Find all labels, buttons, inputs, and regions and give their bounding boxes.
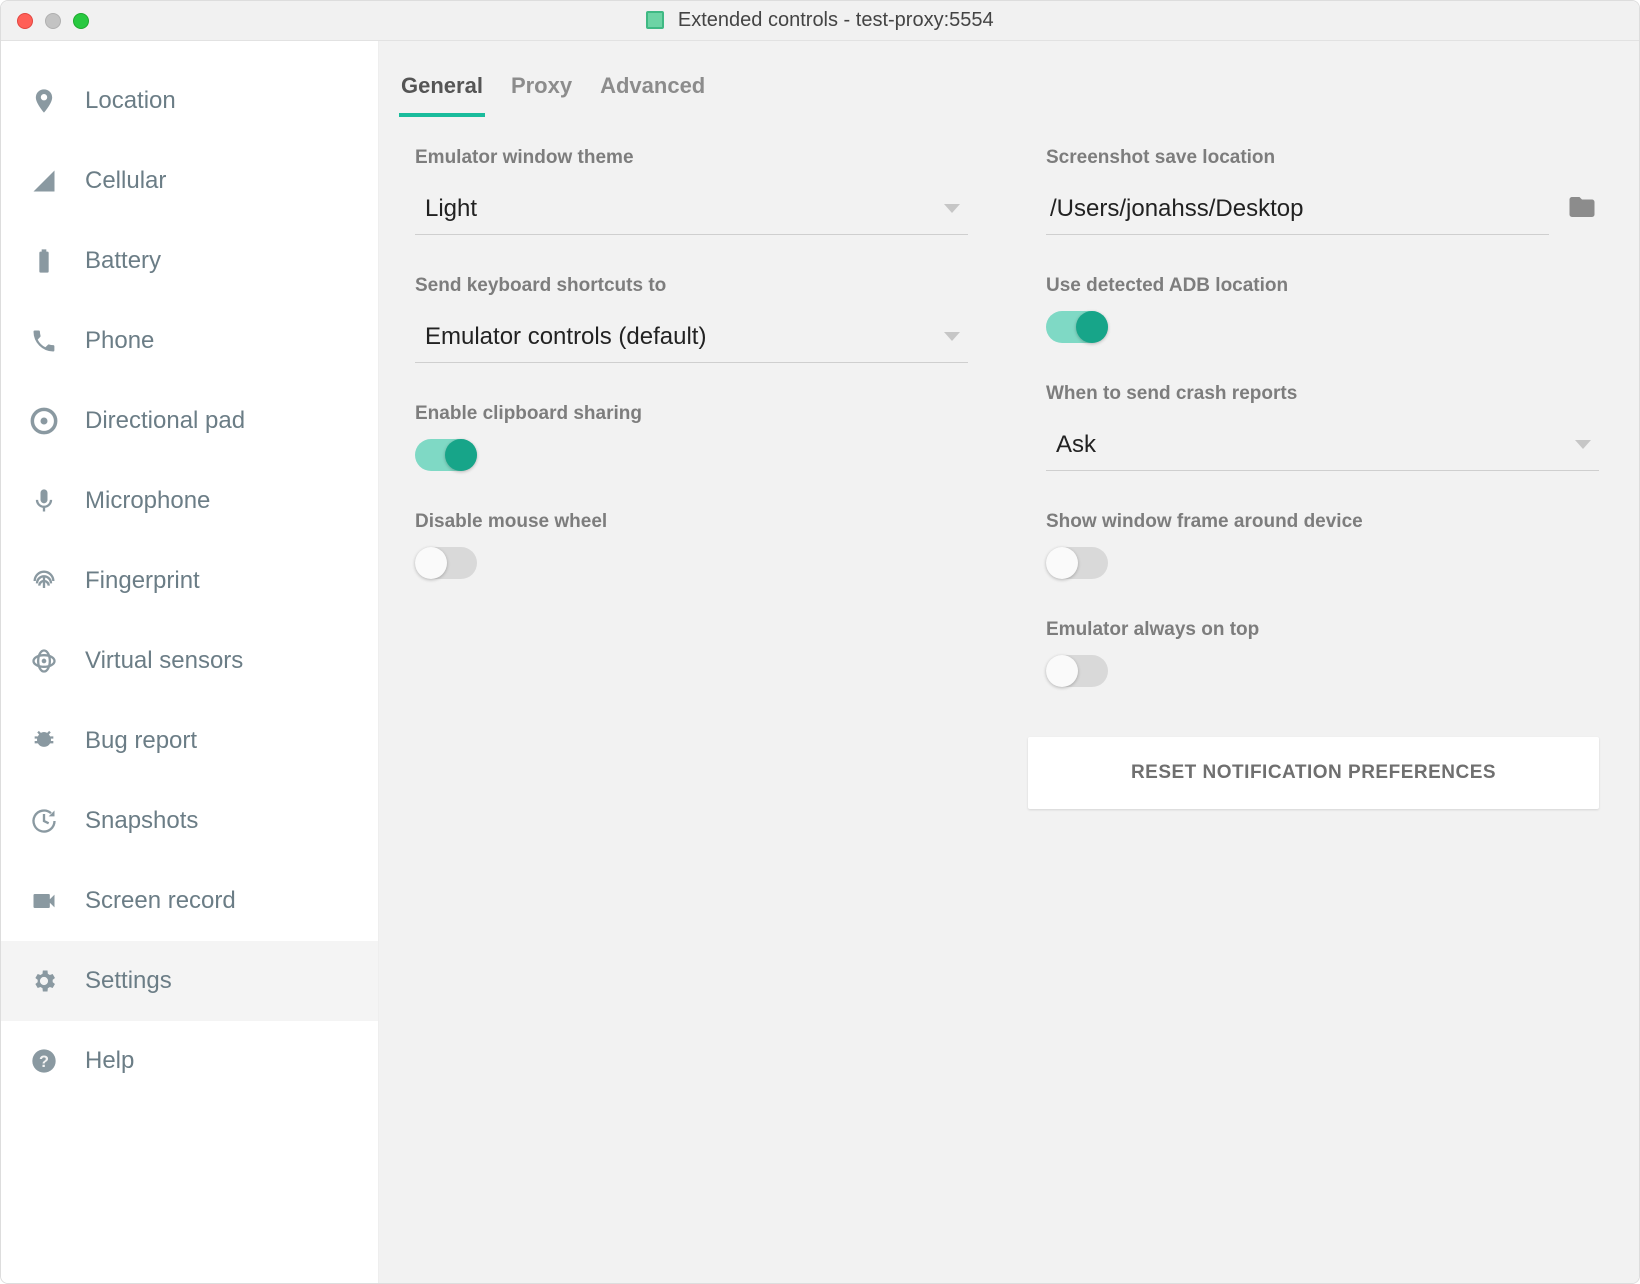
sidebar-item-label: Fingerprint bbox=[85, 567, 200, 595]
shortcuts-select[interactable]: Emulator controls (default) bbox=[415, 311, 968, 363]
field-screenshot-location: Screenshot save location /Users/jonahss/… bbox=[1028, 147, 1599, 235]
sidebar-item-help[interactable]: ? Help bbox=[1, 1021, 378, 1101]
window-frame-toggle[interactable] bbox=[1046, 547, 1108, 579]
sidebar-item-label: Help bbox=[85, 1047, 134, 1075]
gear-icon bbox=[29, 966, 59, 996]
field-label: Screenshot save location bbox=[1046, 147, 1599, 169]
sidebar-item-directional-pad[interactable]: Directional pad bbox=[1, 381, 378, 461]
window-title: Extended controls - test-proxy:5554 bbox=[1, 9, 1639, 32]
sidebar-item-label: Cellular bbox=[85, 167, 166, 195]
field-label: Send keyboard shortcuts to bbox=[415, 275, 968, 297]
zoom-window-button[interactable] bbox=[73, 13, 89, 29]
window-title-text: Extended controls - test-proxy:5554 bbox=[678, 9, 994, 31]
body: Location Cellular Battery Phone Directio… bbox=[1, 41, 1639, 1283]
settings-columns: Emulator window theme Light Send keyboar… bbox=[397, 147, 1599, 809]
field-always-on-top: Emulator always on top bbox=[1028, 619, 1599, 687]
sidebar-item-cellular[interactable]: Cellular bbox=[1, 141, 378, 221]
cellular-signal-icon bbox=[29, 166, 59, 196]
sidebar-item-battery[interactable]: Battery bbox=[1, 221, 378, 301]
field-label: When to send crash reports bbox=[1046, 383, 1599, 405]
fingerprint-icon bbox=[29, 566, 59, 596]
field-theme: Emulator window theme Light bbox=[397, 147, 968, 235]
shortcuts-value: Emulator controls (default) bbox=[425, 323, 706, 351]
theme-value: Light bbox=[425, 195, 477, 223]
chevron-down-icon bbox=[944, 204, 960, 213]
battery-icon bbox=[29, 246, 59, 276]
window-controls bbox=[17, 13, 89, 29]
phone-icon bbox=[29, 326, 59, 356]
app-icon bbox=[646, 11, 664, 29]
settings-tabs: General Proxy Advanced bbox=[397, 65, 1599, 117]
field-label: Enable clipboard sharing bbox=[415, 403, 968, 425]
sidebar-item-label: Phone bbox=[85, 327, 154, 355]
sidebar-item-microphone[interactable]: Microphone bbox=[1, 461, 378, 541]
svg-text:?: ? bbox=[39, 1053, 49, 1071]
reset-notification-button[interactable]: RESET NOTIFICATION PREFERENCES bbox=[1028, 737, 1599, 809]
bug-icon bbox=[29, 726, 59, 756]
sidebar-item-label: Directional pad bbox=[85, 407, 245, 435]
sidebar-item-label: Location bbox=[85, 87, 176, 115]
always-on-top-toggle[interactable] bbox=[1046, 655, 1108, 687]
record-icon bbox=[29, 886, 59, 916]
chevron-down-icon bbox=[1575, 440, 1591, 449]
sidebar-item-screen-record[interactable]: Screen record bbox=[1, 861, 378, 941]
clipboard-toggle[interactable] bbox=[415, 439, 477, 471]
sidebar-item-label: Battery bbox=[85, 247, 161, 275]
sidebar-item-label: Virtual sensors bbox=[85, 647, 243, 675]
browse-folder-button[interactable] bbox=[1565, 192, 1599, 227]
settings-col-right: Screenshot save location /Users/jonahss/… bbox=[1028, 147, 1599, 809]
minimize-window-button[interactable] bbox=[45, 13, 61, 29]
help-icon: ? bbox=[29, 1046, 59, 1076]
theme-select[interactable]: Light bbox=[415, 183, 968, 235]
tab-advanced[interactable]: Advanced bbox=[598, 65, 707, 117]
field-crash: When to send crash reports Ask bbox=[1028, 383, 1599, 471]
sidebar-item-snapshots[interactable]: Snapshots bbox=[1, 781, 378, 861]
tab-proxy[interactable]: Proxy bbox=[509, 65, 574, 117]
window: Extended controls - test-proxy:5554 Loca… bbox=[0, 0, 1640, 1284]
sidebar-item-settings[interactable]: Settings bbox=[1, 941, 378, 1021]
chevron-down-icon bbox=[944, 332, 960, 341]
crash-select[interactable]: Ask bbox=[1046, 419, 1599, 471]
sidebar-item-location[interactable]: Location bbox=[1, 61, 378, 141]
field-window-frame: Show window frame around device bbox=[1028, 511, 1599, 579]
adb-toggle[interactable] bbox=[1046, 311, 1108, 343]
field-mousewheel: Disable mouse wheel bbox=[397, 511, 968, 579]
field-label: Disable mouse wheel bbox=[415, 511, 968, 533]
crash-value: Ask bbox=[1056, 431, 1096, 459]
sidebar-item-label: Screen record bbox=[85, 887, 236, 915]
settings-col-left: Emulator window theme Light Send keyboar… bbox=[397, 147, 968, 809]
sensors-icon bbox=[29, 646, 59, 676]
main-panel: General Proxy Advanced Emulator window t… bbox=[379, 41, 1639, 1283]
field-label: Show window frame around device bbox=[1046, 511, 1599, 533]
sidebar-item-label: Settings bbox=[85, 967, 172, 995]
sidebar: Location Cellular Battery Phone Directio… bbox=[1, 41, 379, 1283]
sidebar-item-fingerprint[interactable]: Fingerprint bbox=[1, 541, 378, 621]
field-adb: Use detected ADB location bbox=[1028, 275, 1599, 343]
mousewheel-toggle[interactable] bbox=[415, 547, 477, 579]
snapshot-icon bbox=[29, 806, 59, 836]
sidebar-item-virtual-sensors[interactable]: Virtual sensors bbox=[1, 621, 378, 701]
titlebar: Extended controls - test-proxy:5554 bbox=[1, 1, 1639, 41]
field-label: Emulator always on top bbox=[1046, 619, 1599, 641]
sidebar-item-label: Microphone bbox=[85, 487, 210, 515]
sidebar-item-bug-report[interactable]: Bug report bbox=[1, 701, 378, 781]
location-pin-icon bbox=[29, 86, 59, 116]
tab-general[interactable]: General bbox=[399, 65, 485, 117]
field-label: Use detected ADB location bbox=[1046, 275, 1599, 297]
microphone-icon bbox=[29, 486, 59, 516]
dpad-icon bbox=[29, 406, 59, 436]
sidebar-item-label: Bug report bbox=[85, 727, 197, 755]
field-clipboard: Enable clipboard sharing bbox=[397, 403, 968, 471]
sidebar-item-phone[interactable]: Phone bbox=[1, 301, 378, 381]
close-window-button[interactable] bbox=[17, 13, 33, 29]
field-label: Emulator window theme bbox=[415, 147, 968, 169]
sidebar-item-label: Snapshots bbox=[85, 807, 198, 835]
field-shortcuts: Send keyboard shortcuts to Emulator cont… bbox=[397, 275, 968, 363]
screenshot-path[interactable]: /Users/jonahss/Desktop bbox=[1046, 183, 1549, 235]
